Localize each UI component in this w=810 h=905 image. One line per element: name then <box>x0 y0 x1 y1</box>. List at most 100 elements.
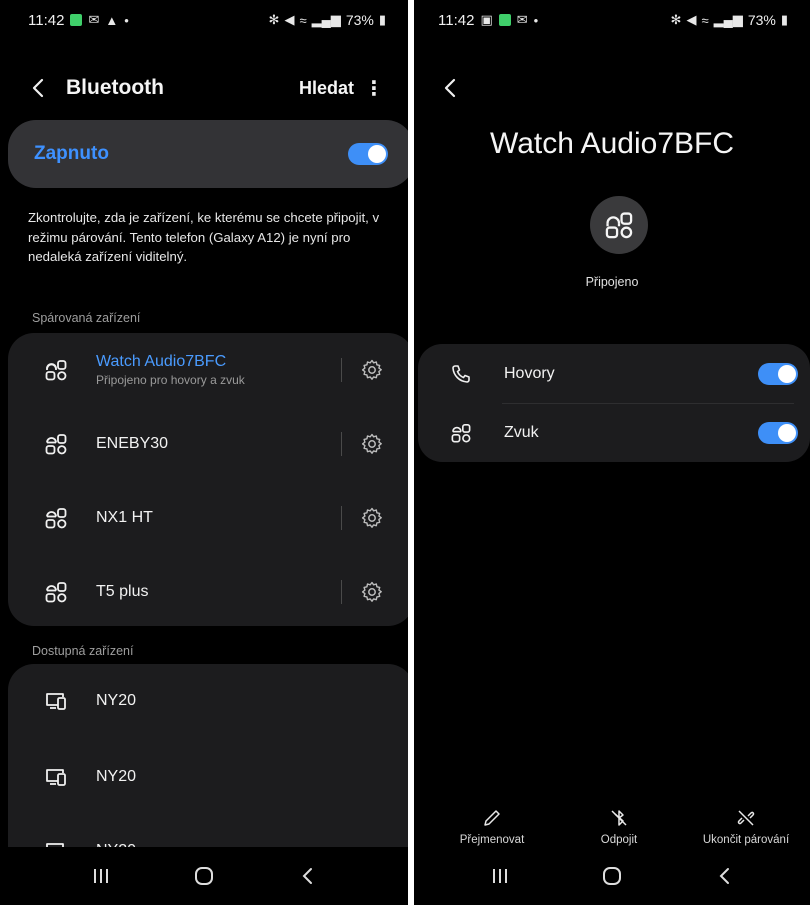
home-button[interactable] <box>592 856 632 896</box>
back-icon <box>719 868 729 884</box>
status-time: 11:42 <box>438 11 475 29</box>
mail-icon: ✉ <box>516 12 528 27</box>
device-details-screen: 11:42 ▣ ✉ • ✻ ◀ ≈ ▂▄▆ 73% ▮ Watch Audio7… <box>414 0 810 905</box>
device-name: NY20 <box>96 692 137 709</box>
speaker-icon <box>38 507 74 529</box>
available-devices-heading: Dostupná zařízení <box>32 644 134 658</box>
bluetooth-off-icon <box>611 810 627 826</box>
master-switch-label: Zapnuto <box>34 143 109 164</box>
wifi-icon: ≈ <box>701 12 709 28</box>
wifi-icon: ≈ <box>299 12 307 28</box>
mute-icon: ◀ <box>284 12 295 27</box>
paired-device-item[interactable]: NX1 HT <box>8 481 408 555</box>
paired-devices-heading: Spárovaná zařízení <box>32 311 141 325</box>
divider <box>341 358 342 382</box>
mute-icon: ◀ <box>686 12 697 27</box>
back-icon <box>302 868 312 884</box>
home-icon <box>603 867 621 885</box>
app-notification-icon-2 <box>498 14 511 26</box>
speaker-icon <box>38 433 74 455</box>
system-navigation-bar <box>414 847 810 905</box>
available-devices-list: NY20 NY20 NY20 <box>8 664 408 864</box>
profile-label: Hovory <box>504 364 555 382</box>
bluetooth-status-icon: ✻ <box>670 12 682 27</box>
system-navigation-bar <box>0 847 408 905</box>
back-nav-button[interactable] <box>704 856 744 896</box>
available-device-item[interactable]: NY20 <box>8 664 408 738</box>
computer-phone-icon <box>38 691 74 711</box>
device-name: T5 plus <box>96 583 149 600</box>
device-name: Watch Audio7BFC <box>96 353 227 370</box>
battery-icon: ▮ <box>378 12 386 27</box>
more-notifications-icon: • <box>533 12 539 28</box>
app-notification-icon-2: ▲ <box>105 12 119 28</box>
device-status: Připojeno pro hovory a zvuk <box>96 373 245 387</box>
gear-icon[interactable] <box>360 506 384 530</box>
more-options-icon[interactable]: ⋮ <box>364 76 384 101</box>
gear-icon[interactable] <box>360 432 384 456</box>
gear-icon[interactable] <box>360 358 384 382</box>
unpair-label: Ukončit párování <box>702 834 790 846</box>
signal-icon: ▂▄▆ <box>713 12 743 27</box>
profile-label: Zvuk <box>504 423 539 441</box>
paired-device-item[interactable]: ENEBY30 <box>8 407 408 481</box>
profile-row-audio[interactable]: Zvuk <box>418 403 810 462</box>
profile-row-calls[interactable]: Hovory <box>418 344 810 403</box>
recent-apps-button[interactable] <box>480 856 520 896</box>
home-icon <box>194 867 213 885</box>
page-title: Bluetooth <box>66 76 164 99</box>
connection-status: Připojeno <box>585 275 639 289</box>
divider <box>341 580 342 604</box>
computer-phone-icon <box>38 767 74 787</box>
bluetooth-master-switch[interactable]: Zapnuto <box>8 120 408 188</box>
search-button[interactable]: Hledat <box>299 78 354 99</box>
home-button[interactable] <box>184 856 224 896</box>
device-name: ENEBY30 <box>96 435 169 452</box>
divider <box>341 506 342 530</box>
headphones-icon <box>38 359 74 381</box>
phone-icon <box>446 364 476 384</box>
device-title: Watch Audio7BFC <box>490 127 734 160</box>
unlink-icon <box>737 810 755 826</box>
back-button[interactable] <box>430 68 470 108</box>
bluetooth-status-icon: ✻ <box>268 12 280 27</box>
profiles-card: Hovory Zvuk <box>418 344 810 462</box>
device-name: NX1 HT <box>96 509 153 526</box>
recent-apps-button[interactable] <box>81 856 121 896</box>
status-bar: 11:42 ▣ ✉ • ✻ ◀ ≈ ▂▄▆ 73% ▮ <box>414 0 810 40</box>
headphones-icon <box>590 196 648 254</box>
disconnect-label: Odpojit <box>600 834 638 846</box>
calls-toggle[interactable] <box>758 362 798 385</box>
status-bar: 11:42 ✉ ▲ • ✻ ◀ ≈ ▂▄▆ 73% ▮ <box>0 0 408 40</box>
paired-device-item[interactable]: Watch Audio7BFC Připojeno pro hovory a z… <box>8 333 408 407</box>
bluetooth-toggle[interactable] <box>348 143 388 165</box>
bluetooth-settings-screen: 11:42 ✉ ▲ • ✻ ◀ ≈ ▂▄▆ 73% ▮ Bluetooth Hl… <box>0 0 408 905</box>
audio-toggle[interactable] <box>758 421 798 444</box>
paired-devices-list: Watch Audio7BFC Připojeno pro hovory a z… <box>8 333 408 626</box>
signal-icon: ▂▄▆ <box>311 12 341 27</box>
chevron-left-icon <box>444 78 456 98</box>
app-notification-icon <box>70 14 83 26</box>
app-notification-icon: ▣ <box>480 12 493 27</box>
gear-icon[interactable] <box>360 580 384 604</box>
speaker-icon <box>446 423 476 443</box>
chevron-left-icon <box>32 78 44 98</box>
more-notifications-icon: • <box>124 12 129 28</box>
battery-level: 73% <box>747 12 776 28</box>
pencil-icon <box>484 810 500 826</box>
mail-icon: ✉ <box>88 12 100 27</box>
divider <box>341 432 342 456</box>
pairing-info-text: Zkontrolujte, zda je zařízení, ke kterém… <box>28 210 380 264</box>
rename-label: Přejmenovat <box>459 834 525 846</box>
device-name: NY20 <box>96 768 137 785</box>
status-time: 11:42 <box>28 11 65 29</box>
back-button[interactable] <box>18 68 58 108</box>
battery-icon: ▮ <box>780 12 788 27</box>
app-bar: Bluetooth Hledat ⋮ <box>0 68 408 108</box>
paired-device-item[interactable]: T5 plus <box>8 555 408 629</box>
battery-level: 73% <box>345 12 374 28</box>
available-device-item[interactable]: NY20 <box>8 740 408 814</box>
speaker-icon <box>38 581 74 603</box>
recent-apps-icon <box>493 869 507 883</box>
back-nav-button[interactable] <box>287 856 327 896</box>
